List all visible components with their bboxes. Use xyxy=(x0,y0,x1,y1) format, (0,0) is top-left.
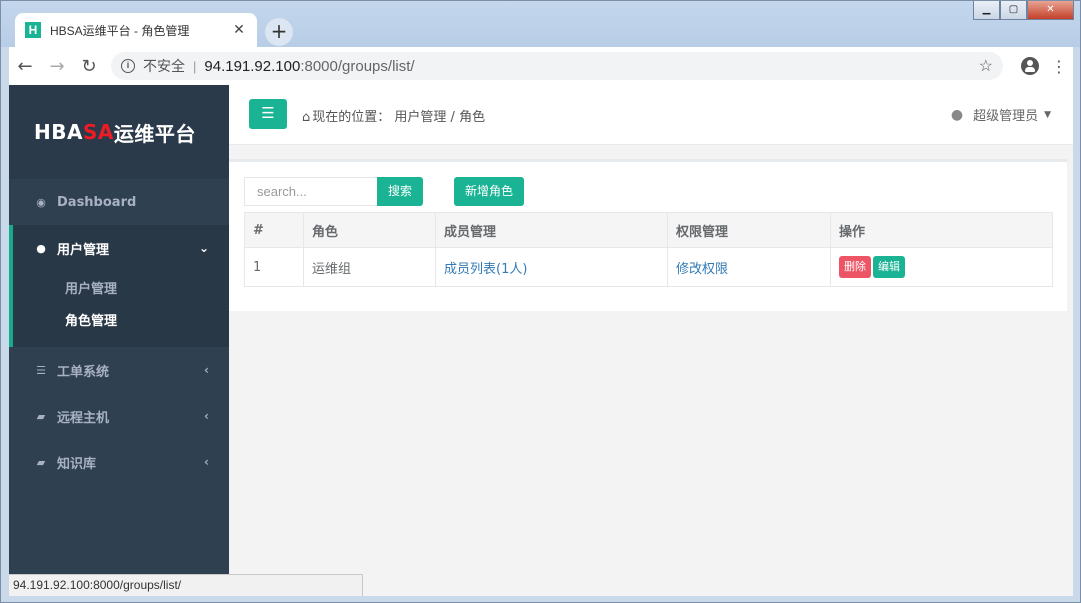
breadcrumb-prefix: 现在的位置： xyxy=(312,110,391,125)
back-icon[interactable]: ← xyxy=(9,56,41,77)
home-icon: ⌂ xyxy=(302,110,311,125)
status-bar-url: 94.191.92.100:8000/groups/list/ xyxy=(9,574,363,596)
user-avatar-icon: ● xyxy=(950,106,964,123)
sidebar-item-label: Dashboard xyxy=(57,194,137,210)
sidebar-item-label: 知识库 xyxy=(57,456,97,472)
browser-window: H HBSA运维平台 - 角色管理 ✕ + ▁ ▢ ✕ ← → ↻ i 不安全 … xyxy=(0,0,1081,603)
brand-logo[interactable]: HBA SA 运维平台 xyxy=(9,85,229,179)
caret-down-icon: ▼ xyxy=(1044,109,1051,120)
url-input[interactable]: i 不安全 | 94.191.92.100:8000/groups/list/ … xyxy=(111,52,1003,80)
favicon-icon: H xyxy=(25,22,41,38)
user-name: 超级管理员 xyxy=(973,109,1039,124)
tab-title: HBSA运维平台 - 角色管理 xyxy=(50,23,190,38)
book-icon: ▰ xyxy=(36,455,46,469)
server-icon: ☰ xyxy=(36,363,46,377)
col-header-actions: 操作 xyxy=(830,212,1053,248)
reload-icon[interactable]: ↻ xyxy=(73,56,105,77)
sidebar-item-user-management[interactable]: ● 用户管理 ⌄ xyxy=(13,225,229,271)
sidebar-submenu: 用户管理 角色管理 xyxy=(13,271,229,347)
info-icon[interactable]: i xyxy=(121,59,135,73)
url-text: 94.191.92.100:8000/groups/list/ xyxy=(204,58,414,75)
browser-menu-icon[interactable]: ⋮ xyxy=(1051,57,1067,76)
cell-members: 成员列表(1人) xyxy=(435,247,668,287)
sidebar-item-label: 用户管理 xyxy=(57,242,110,258)
close-window-button[interactable]: ✕ xyxy=(1027,1,1074,20)
sidebar-item-label: 远程主机 xyxy=(57,410,110,426)
main-content: ☰ ⌂ 现在的位置： 用户管理 / 角色 ● 超级管理员 ▼ search... … xyxy=(229,85,1073,596)
cell-index: 1 xyxy=(244,247,304,287)
url-host: 94.191.92.100 xyxy=(204,57,301,75)
dashboard-icon: ◉ xyxy=(36,195,46,209)
new-tab-button[interactable]: + xyxy=(265,18,293,46)
sidebar-item-knowledge-base[interactable]: ▰ 知识库 ‹ xyxy=(9,439,229,485)
insecure-label: 不安全 xyxy=(143,58,185,74)
sidebar-item-remote-hosts[interactable]: ▰ 远程主机 ‹ xyxy=(9,393,229,439)
edit-permissions-link[interactable]: 修改权限 xyxy=(676,262,728,277)
roles-panel: search... 搜索 新增角色 # 角色 成员管理 权限管理 操作 1 运维… xyxy=(229,159,1067,311)
sidebar-group-users: ● 用户管理 ⌄ 用户管理 角色管理 xyxy=(9,225,229,347)
col-header-index: # xyxy=(244,212,304,248)
cell-permissions: 修改权限 xyxy=(667,247,831,287)
edit-button[interactable]: 编辑 xyxy=(873,256,905,278)
bookmark-star-icon[interactable]: ☆ xyxy=(979,56,993,76)
brand-part2: 运维平台 xyxy=(113,121,196,146)
toolbar: search... 搜索 新增角色 xyxy=(244,177,525,206)
chevron-down-icon: ⌄ xyxy=(198,241,209,255)
col-header-role: 角色 xyxy=(303,212,436,248)
add-role-button[interactable]: 新增角色 xyxy=(454,177,525,206)
page-viewport: HBA SA 运维平台 ◉ Dashboard ● 用户管理 ⌄ 用户管理 角色管理… xyxy=(9,85,1073,596)
account-icon[interactable] xyxy=(1021,57,1039,75)
maximize-button[interactable]: ▢ xyxy=(1000,1,1027,20)
sidebar-toggle-button[interactable]: ☰ xyxy=(249,99,287,129)
close-tab-icon[interactable]: ✕ xyxy=(231,22,247,38)
book-icon: ▰ xyxy=(36,409,46,423)
cell-actions: 删除 编辑 xyxy=(830,247,1053,287)
breadcrumb-path: 用户管理 / 角色 xyxy=(394,110,486,125)
col-header-permissions: 权限管理 xyxy=(667,212,831,248)
sidebar-subitem-roles[interactable]: 角色管理 xyxy=(13,303,229,335)
sidebar-item-tickets[interactable]: ☰ 工单系统 ‹ xyxy=(9,347,229,393)
sidebar-subitem-users[interactable]: 用户管理 xyxy=(13,271,229,303)
window-controls: ▁ ▢ ✕ xyxy=(973,1,1074,20)
title-bar: H HBSA运维平台 - 角色管理 ✕ + ▁ ▢ ✕ xyxy=(1,1,1080,47)
url-separator: | xyxy=(193,58,197,74)
breadcrumb: ⌂ 现在的位置： 用户管理 / 角色 xyxy=(302,106,485,125)
col-header-members: 成员管理 xyxy=(435,212,668,248)
search-button[interactable]: 搜索 xyxy=(377,177,424,206)
brand-accent: SA xyxy=(82,120,114,144)
url-path: :8000/groups/list/ xyxy=(300,57,415,75)
chevron-left-icon: ‹ xyxy=(204,409,209,423)
sidebar-item-label: 工单系统 xyxy=(57,364,110,380)
forward-icon[interactable]: → xyxy=(41,56,73,77)
browser-tab[interactable]: H HBSA运维平台 - 角色管理 ✕ xyxy=(15,13,257,47)
cell-role: 运维组 xyxy=(303,247,436,287)
user-dropdown[interactable]: ● 超级管理员 ▼ xyxy=(950,105,1051,125)
chevron-left-icon: ‹ xyxy=(204,363,209,377)
brand-part1: HBA xyxy=(34,120,83,144)
table-row: 1 运维组 成员列表(1人) 修改权限 删除 编辑 xyxy=(244,247,1053,287)
sidebar: HBA SA 运维平台 ◉ Dashboard ● 用户管理 ⌄ 用户管理 角色管理… xyxy=(9,85,229,596)
user-icon: ● xyxy=(36,241,46,255)
chevron-left-icon: ‹ xyxy=(204,455,209,469)
minimize-button[interactable]: ▁ xyxy=(973,1,1000,20)
table-header-row: # 角色 成员管理 权限管理 操作 xyxy=(244,212,1053,248)
top-navbar: ☰ ⌂ 现在的位置： 用户管理 / 角色 ● 超级管理员 ▼ xyxy=(229,85,1073,145)
roles-table: # 角色 成员管理 权限管理 操作 1 运维组 成员列表(1人) 修改权限 删除… xyxy=(244,212,1053,287)
delete-button[interactable]: 删除 xyxy=(839,256,871,278)
sidebar-item-dashboard[interactable]: ◉ Dashboard xyxy=(9,179,229,225)
member-list-link[interactable]: 成员列表(1人) xyxy=(444,262,527,277)
search-input[interactable]: search... xyxy=(244,177,377,206)
address-bar: ← → ↻ i 不安全 | 94.191.92.100:8000/groups/… xyxy=(9,47,1073,85)
